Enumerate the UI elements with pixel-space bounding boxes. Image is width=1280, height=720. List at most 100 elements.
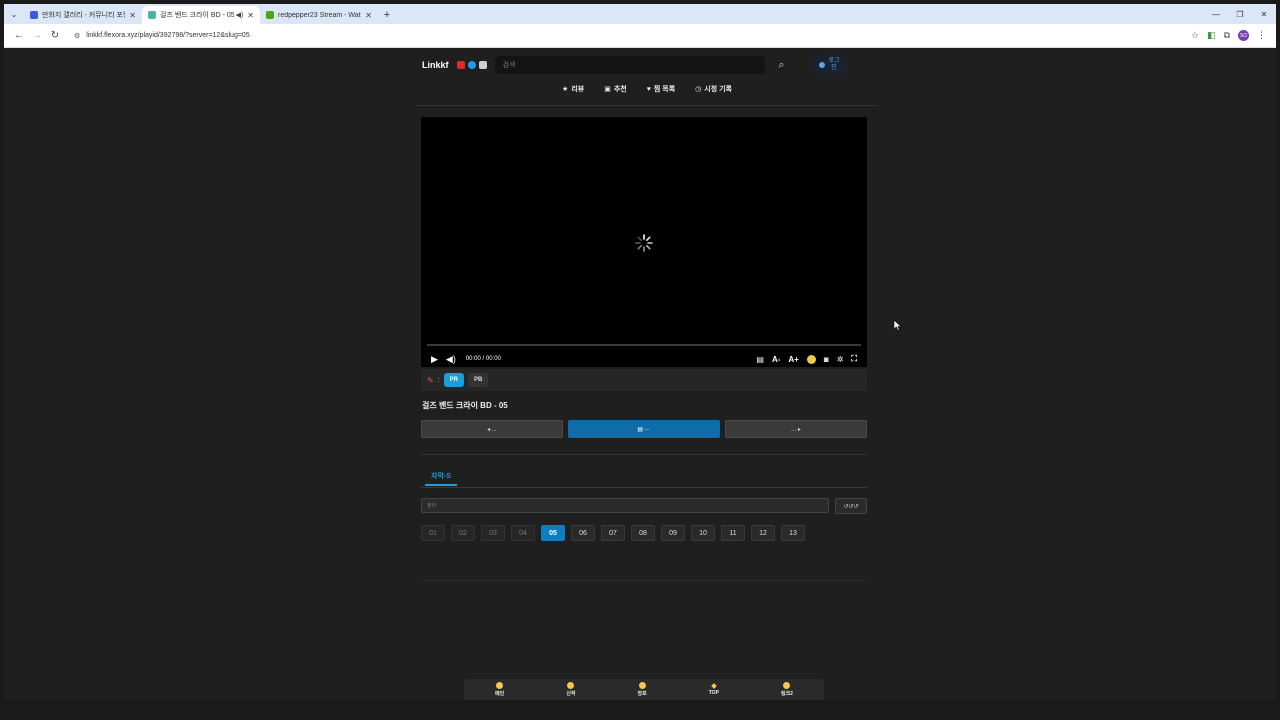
- bottom-nav-label: TOP: [708, 690, 719, 696]
- back-icon[interactable]: ←: [10, 30, 28, 41]
- search-input[interactable]: [494, 56, 765, 74]
- episode-button[interactable]: 02: [451, 525, 475, 541]
- bookmark-star-icon[interactable]: ☆: [1191, 30, 1199, 41]
- episode-button[interactable]: 03: [481, 525, 505, 541]
- pen-icon: ✎: [427, 375, 434, 385]
- search-icon[interactable]: ⌕: [773, 59, 791, 72]
- bottom-nav-item[interactable]: 신작: [566, 682, 575, 697]
- main-nav: ★ 리뷰 ▣ 추천 ♥ 찜 목록 ◷ 시청 기록: [416, 84, 878, 100]
- close-icon[interactable]: ✕: [247, 11, 254, 20]
- bottom-nav-item[interactable]: 링크2: [781, 682, 793, 697]
- playlist-icon[interactable]: ▤: [756, 355, 764, 364]
- player-controls: ▶ ◀) 00:00 / 00:00 ▤ A- A+ ◙ ✲ ⛶: [421, 352, 867, 366]
- fullscreen-icon[interactable]: ⛶: [851, 354, 857, 364]
- bottom-nav-label: 신작: [566, 691, 576, 697]
- minimize-icon[interactable]: —: [1204, 10, 1228, 19]
- user-icon: [819, 62, 826, 68]
- nav-item-wishlist[interactable]: ♥ 찜 목록: [647, 84, 675, 100]
- episode-button[interactable]: 05: [541, 525, 565, 541]
- extension-icon[interactable]: ◧: [1207, 30, 1216, 41]
- site-logo[interactable]: Linkkf: [422, 60, 449, 70]
- player-right-controls: ▤ A- A+ ◙ ✲ ⛶: [756, 354, 857, 364]
- server-colon: :: [437, 376, 440, 384]
- episode-filter-input[interactable]: 필터: [421, 498, 829, 513]
- server-selector: ✎ : PR PB: [421, 369, 867, 391]
- tab-title: redpepper23 Stream - Watch: [278, 11, 362, 19]
- bottom-nav-item[interactable]: 장르: [637, 682, 647, 697]
- episode-nav-buttons: ◂ ... ▤ ··· ... ▸: [421, 420, 867, 438]
- login-label: 로그인: [828, 58, 840, 71]
- bottom-nav-item[interactable]: 메인: [495, 682, 504, 697]
- site-info-icon[interactable]: ⚙: [74, 32, 80, 40]
- prev-episode-button[interactable]: ◂ ...: [421, 420, 563, 438]
- browser-tab-2[interactable]: 걸즈 밴드 크라이 BD - 05 ◀) ✕: [142, 6, 260, 24]
- settings-gear-icon[interactable]: ✲: [837, 355, 844, 364]
- time-display: 00:00 / 00:00: [465, 356, 501, 362]
- episode-button[interactable]: 09: [661, 525, 685, 541]
- episode-list-button[interactable]: ▤ ···: [568, 420, 720, 438]
- youtube-icon[interactable]: [456, 61, 465, 69]
- font-increase-button[interactable]: A+: [788, 355, 798, 364]
- episode-button[interactable]: 10: [691, 525, 715, 541]
- browser-tab-1[interactable]: 만화지 갤러리 - 커뮤니티 포털 ✕: [24, 6, 142, 24]
- twitter-icon[interactable]: [467, 61, 476, 69]
- emoji-icon: [496, 682, 504, 689]
- reload-icon[interactable]: ↻: [46, 30, 64, 41]
- play-icon[interactable]: ▶: [431, 354, 438, 365]
- episode-button[interactable]: 11: [721, 525, 745, 541]
- episode-button[interactable]: 01: [421, 525, 445, 541]
- close-icon[interactable]: ✕: [129, 11, 136, 20]
- tiktok-icon[interactable]: [478, 61, 487, 69]
- bottom-nav-label: 장르: [637, 691, 647, 697]
- server-pr-button[interactable]: PR: [443, 373, 464, 387]
- refresh-button[interactable]: ↺↺↺: [835, 498, 867, 514]
- login-button[interactable]: 로그인: [810, 55, 849, 75]
- emoji-icon: [567, 682, 575, 689]
- bottom-nav-label: 링크2: [780, 691, 793, 697]
- favicon-icon: [148, 11, 156, 19]
- browser-tab-3[interactable]: redpepper23 Stream - Watch ✕: [260, 6, 378, 24]
- address-bar[interactable]: ⚙ linkkf.flexora.xyz/playid/392798/?serv…: [70, 27, 1185, 45]
- video-player[interactable]: ▶ ◀) 00:00 / 00:00 ▤ A- A+ ◙ ✲ ⛶: [421, 117, 867, 367]
- nav-item-recommend[interactable]: ▣ 추천: [604, 84, 627, 100]
- camera-icon[interactable]: ◙: [824, 355, 829, 364]
- tab-search-icon[interactable]: ⌄: [4, 4, 24, 24]
- profile-avatar[interactable]: SO: [1238, 30, 1249, 41]
- progress-bar[interactable]: [427, 344, 861, 346]
- footer-divider: [421, 580, 867, 581]
- extensions-puzzle-icon[interactable]: ⧉: [1224, 30, 1230, 41]
- episode-button[interactable]: 08: [631, 525, 655, 541]
- heart-icon: ♥: [646, 86, 651, 93]
- episode-tabs: 자막-S: [421, 466, 867, 488]
- server-pb-button[interactable]: PB: [468, 373, 489, 387]
- browser-window: ⌄ 만화지 갤러리 - 커뮤니티 포털 ✕ 걸즈 밴드 크라이 BD - 05 …: [4, 4, 1276, 700]
- episode-button[interactable]: 06: [571, 525, 595, 541]
- calendar-icon: ▣: [604, 86, 611, 93]
- restore-icon[interactable]: ❐: [1228, 10, 1252, 19]
- forward-icon[interactable]: →: [28, 30, 46, 41]
- episode-button[interactable]: 13: [781, 525, 805, 541]
- episode-list: 01 02 03 04 05 06 07 08 09 10 11 12 13: [421, 525, 805, 541]
- tab-strip: ⌄ 만화지 갤러리 - 커뮤니티 포털 ✕ 걸즈 밴드 크라이 BD - 05 …: [4, 4, 1276, 24]
- volume-icon[interactable]: ◀): [446, 354, 456, 365]
- episode-button[interactable]: 07: [601, 525, 625, 541]
- next-episode-button[interactable]: ... ▸: [725, 420, 867, 438]
- nav-item-review[interactable]: ★ 리뷰: [562, 84, 584, 100]
- toolbar-right: ☆ ◧ ⧉ SO ⋮: [1191, 30, 1266, 41]
- audio-icon[interactable]: ◀): [236, 11, 244, 19]
- font-decrease-button[interactable]: A-: [772, 355, 780, 364]
- page-content: Linkkf ⌕ 로그인 ★리뷰 ▣추천 ♥찜 목록 ◷시청 기록: [4, 48, 1276, 700]
- tab-subtitle-s[interactable]: 자막-S: [425, 468, 457, 486]
- nav-item-history[interactable]: ◷ 시청 기록: [695, 84, 732, 100]
- browser-toolbar: ← → ↻ ⚙ linkkf.flexora.xyz/playid/392798…: [4, 24, 1276, 48]
- emoji-icon[interactable]: [806, 354, 816, 364]
- episode-button[interactable]: 04: [511, 525, 535, 541]
- new-tab-button[interactable]: +: [378, 6, 396, 24]
- tab-title: 만화지 갤러리 - 커뮤니티 포털: [42, 12, 126, 19]
- menu-kebab-icon[interactable]: ⋮: [1257, 30, 1266, 41]
- close-icon[interactable]: ✕: [365, 11, 372, 20]
- tab-title: 걸즈 밴드 크라이 BD - 05: [160, 12, 234, 19]
- episode-button[interactable]: 12: [751, 525, 775, 541]
- close-window-icon[interactable]: ✕: [1252, 10, 1276, 19]
- bottom-nav-item[interactable]: TOP: [709, 683, 719, 696]
